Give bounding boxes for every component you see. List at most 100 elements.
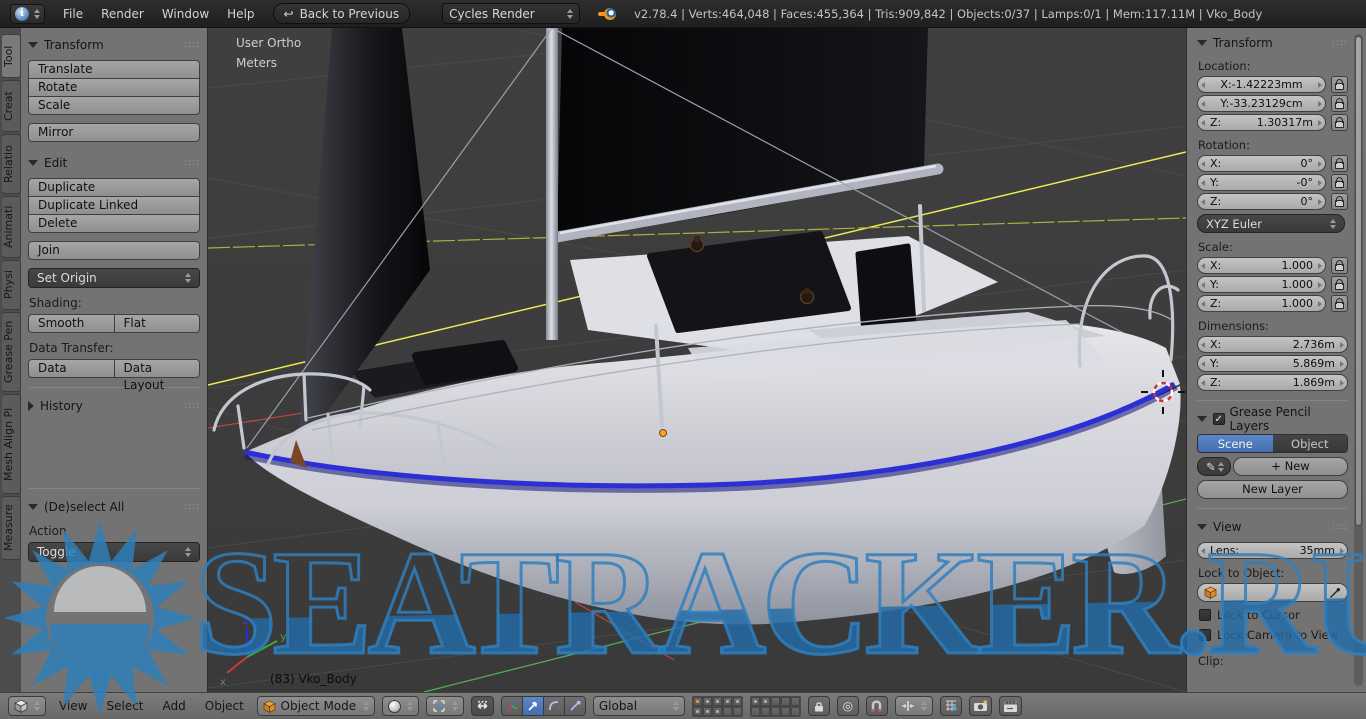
snap-toggle-button[interactable] xyxy=(866,696,888,716)
lock-to-scene-button[interactable] xyxy=(808,696,830,716)
join-button[interactable]: Join xyxy=(28,241,200,260)
tab-relations[interactable]: Relatio xyxy=(2,134,21,194)
back-to-previous-button[interactable]: ↩ Back to Previous xyxy=(273,3,411,24)
gpencil-checkbox[interactable]: ✓ xyxy=(1213,413,1225,425)
manipulator-rotate-button[interactable] xyxy=(543,696,565,716)
lock-to-object-field[interactable] xyxy=(1197,583,1348,602)
lock-rotation-x-button[interactable] xyxy=(1331,155,1348,172)
menu-view[interactable]: View xyxy=(59,699,87,713)
panel-header-history[interactable]: History :::: xyxy=(28,397,200,415)
lock-scale-x-button[interactable] xyxy=(1331,257,1348,274)
menu-add[interactable]: Add xyxy=(163,699,186,713)
editor-type-dropdown[interactable]: i xyxy=(10,4,45,24)
snap-element-dropdown[interactable] xyxy=(895,696,933,716)
scale-z-field[interactable]: Z:1.000 xyxy=(1197,295,1326,312)
set-origin-dropdown[interactable]: Set Origin xyxy=(28,268,200,288)
gpencil-object-button[interactable]: Object xyxy=(1273,435,1348,452)
dimensions-z-field[interactable]: Z:1.869m xyxy=(1197,374,1348,391)
tab-grease-pencil[interactable]: Grease Pen xyxy=(2,312,21,392)
scale-button[interactable]: Scale xyxy=(28,96,200,115)
proportional-edit-button[interactable]: ◎ xyxy=(837,696,859,716)
snap-target-button[interactable] xyxy=(940,696,962,716)
lock-rotation-z-button[interactable] xyxy=(1331,193,1348,210)
lock-scale-y-button[interactable] xyxy=(1331,276,1348,293)
panel-drag-icon[interactable]: :::: xyxy=(1332,38,1348,48)
rotation-x-field[interactable]: X:0° xyxy=(1197,155,1326,172)
lock-to-cursor-checkbox[interactable] xyxy=(1199,609,1211,621)
lens-field[interactable]: Lens:35mm xyxy=(1197,542,1348,559)
opengl-render-button[interactable] xyxy=(969,696,992,716)
lock-location-x-button[interactable] xyxy=(1331,76,1348,93)
shade-flat-button[interactable]: Flat xyxy=(114,314,201,333)
panel-header-transform-n[interactable]: Transform :::: xyxy=(1197,34,1348,52)
panel-drag-icon[interactable]: :::: xyxy=(1332,522,1348,532)
layers-widget-2[interactable] xyxy=(750,696,801,717)
data-transfer-data-button[interactable]: Data xyxy=(28,359,115,378)
manipulator-axes-button[interactable] xyxy=(501,696,523,716)
lock-camera-row[interactable]: Lock Camera to View xyxy=(1199,628,1348,642)
tab-tool[interactable]: Tool xyxy=(2,34,21,78)
tab-animation[interactable]: Animati xyxy=(2,196,21,258)
shading-dropdown[interactable] xyxy=(382,696,419,716)
panel-drag-icon[interactable]: :::: xyxy=(184,40,200,50)
orientation-dropdown[interactable]: Global xyxy=(593,696,685,716)
rotation-y-field[interactable]: Y:-0° xyxy=(1197,174,1326,191)
panel-header-edit[interactable]: Edit :::: xyxy=(28,154,200,172)
duplicate-button[interactable]: Duplicate xyxy=(28,178,200,197)
tab-physics[interactable]: Physi xyxy=(2,260,21,310)
lock-camera-checkbox[interactable] xyxy=(1199,629,1211,641)
viewport-3d[interactable]: z y x User Ortho Meters (83) Vko_Body xyxy=(208,28,1186,692)
menu-render[interactable]: Render xyxy=(101,7,144,21)
mirror-button[interactable]: Mirror xyxy=(28,123,200,142)
scale-x-field[interactable]: X:1.000 xyxy=(1197,257,1326,274)
lock-to-cursor-row[interactable]: Lock to Cursor xyxy=(1199,608,1348,622)
pivot-dropdown[interactable] xyxy=(426,696,464,716)
eyedropper-icon[interactable] xyxy=(1329,587,1341,599)
lock-rotation-y-button[interactable] xyxy=(1331,174,1348,191)
panel-header-view[interactable]: View :::: xyxy=(1197,518,1348,536)
translate-button[interactable]: Translate xyxy=(28,60,200,79)
menu-file[interactable]: File xyxy=(63,7,83,21)
gpencil-scene-button[interactable]: Scene xyxy=(1198,435,1273,452)
location-z-field[interactable]: Z: 1.30317m xyxy=(1197,114,1326,131)
lock-location-y-button[interactable] xyxy=(1331,95,1348,112)
scale-y-field[interactable]: Y:1.000 xyxy=(1197,276,1326,293)
mast[interactable] xyxy=(546,28,558,340)
menu-select[interactable]: Select xyxy=(106,699,143,713)
scrollbar-thumb[interactable] xyxy=(1355,36,1362,526)
delete-button[interactable]: Delete xyxy=(28,214,200,233)
dimensions-y-field[interactable]: Y:5.869m xyxy=(1197,355,1348,372)
panel-drag-icon[interactable]: :::: xyxy=(184,502,200,512)
menu-help[interactable]: Help xyxy=(227,7,254,21)
menu-window[interactable]: Window xyxy=(162,7,209,21)
dimensions-x-field[interactable]: X:2.736m xyxy=(1197,336,1348,353)
manipulator-translate-button[interactable] xyxy=(522,696,544,716)
location-y-field[interactable]: Y:-33.23129cm xyxy=(1197,95,1326,112)
panel-drag-icon[interactable]: :::: xyxy=(184,158,200,168)
editor-type-dropdown-3d[interactable] xyxy=(8,696,46,716)
scrollbar[interactable] xyxy=(1354,34,1363,686)
tab-create[interactable]: Creat xyxy=(2,80,21,132)
lock-location-z-button[interactable] xyxy=(1331,114,1348,131)
render-engine-select[interactable]: Cycles Render xyxy=(442,3,580,24)
panel-header-deselect-all[interactable]: (De)select All :::: xyxy=(28,498,200,516)
panel-header-gpencil[interactable]: ✓ Grease Pencil Layers xyxy=(1197,410,1348,428)
menu-object[interactable]: Object xyxy=(205,699,244,713)
gpencil-data-dropdown[interactable]: ✎ xyxy=(1197,457,1231,476)
location-x-field[interactable]: X:-1.42223mm xyxy=(1197,76,1326,93)
shade-smooth-button[interactable]: Smooth xyxy=(28,314,115,333)
opengl-render-anim-button[interactable] xyxy=(999,696,1022,716)
tab-mesh-align[interactable]: Mesh Align Pl xyxy=(2,394,21,494)
lock-scale-z-button[interactable] xyxy=(1331,295,1348,312)
gpencil-new-button[interactable]: + New xyxy=(1233,457,1348,476)
rotate-button[interactable]: Rotate xyxy=(28,78,200,97)
panel-drag-icon[interactable]: :::: xyxy=(184,401,200,411)
manipulator-toggle-button[interactable] xyxy=(471,696,494,716)
mode-dropdown[interactable]: Object Mode xyxy=(257,696,375,716)
action-dropdown[interactable]: Toggle xyxy=(28,542,200,562)
rotation-z-field[interactable]: Z:0° xyxy=(1197,193,1326,210)
panel-header-transform[interactable]: Transform :::: xyxy=(28,36,200,54)
layers-widget-1[interactable] xyxy=(692,696,743,717)
rotation-mode-dropdown[interactable]: XYZ Euler xyxy=(1197,214,1345,233)
new-layer-button[interactable]: New Layer xyxy=(1197,480,1348,499)
